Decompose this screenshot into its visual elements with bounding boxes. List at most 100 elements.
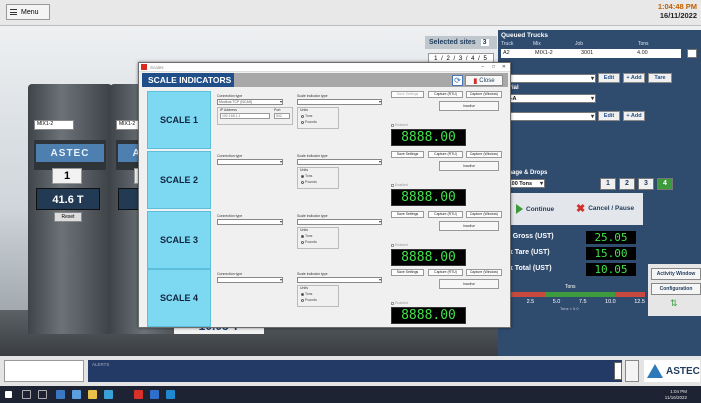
indicator-type-select[interactable] bbox=[297, 159, 382, 165]
silo-tons: 41.6 T bbox=[36, 188, 100, 210]
silo-number: 1 bbox=[52, 168, 82, 184]
save-settings-button[interactable]: Save Settings bbox=[391, 211, 424, 218]
add-button[interactable]: + Add bbox=[623, 73, 645, 83]
connection-type-select[interactable] bbox=[217, 219, 283, 225]
minimize-icon[interactable]: – bbox=[481, 63, 484, 72]
app-icon-5[interactable] bbox=[166, 390, 175, 399]
tons-gauge: Tons 0 2.5 5.0 7.5 10.0 12.5 Tons × 0.0 bbox=[505, 284, 645, 314]
app-icon-4[interactable] bbox=[150, 390, 159, 399]
port-field[interactable]: 502 bbox=[274, 113, 290, 119]
scale-label: SCALE 4 bbox=[147, 269, 211, 327]
connection-type-label: Connection type bbox=[217, 94, 243, 98]
folder-icon[interactable] bbox=[88, 390, 97, 399]
gross-label: le Gross (UST) bbox=[505, 233, 554, 240]
drop-3-button[interactable]: 3 bbox=[638, 178, 654, 190]
tons-radio[interactable]: Tons bbox=[301, 292, 312, 296]
connection-type-select[interactable]: Modbus TCP (NCAS) bbox=[217, 99, 283, 105]
close-button[interactable]: ▮ Close bbox=[465, 75, 503, 86]
scale-label: SCALE 2 bbox=[147, 151, 211, 209]
scales-app-icon[interactable] bbox=[134, 390, 143, 399]
tare-label: ck Tare (UST) bbox=[505, 249, 550, 256]
pounds-radio[interactable]: Pounds bbox=[301, 120, 317, 124]
capture-rtu-button[interactable]: Capture (RTU) bbox=[428, 91, 463, 98]
edit-button[interactable]: Edit bbox=[598, 73, 620, 83]
clock-date: 16/11/2022 bbox=[659, 11, 697, 20]
save-settings-button[interactable]: Save Settings bbox=[391, 269, 424, 276]
app-icon-1[interactable] bbox=[56, 390, 65, 399]
app-icon-2[interactable] bbox=[72, 390, 81, 399]
status-box: Inactive bbox=[439, 101, 499, 111]
windows-start-icon[interactable] bbox=[5, 391, 12, 398]
capture-window-button[interactable]: Capture (Window) bbox=[466, 211, 502, 218]
capture-rtu-button[interactable]: Capture (RTU) bbox=[428, 269, 463, 276]
indicator-type-select[interactable] bbox=[297, 219, 382, 225]
ip-address-field[interactable]: 192.168.1.1 bbox=[220, 113, 270, 119]
connection-type-select[interactable] bbox=[217, 159, 283, 165]
drop-2-button[interactable]: 2 bbox=[619, 178, 635, 190]
status-box: Inactive bbox=[439, 221, 499, 231]
enabled-checkbox[interactable]: Enabled bbox=[391, 243, 408, 247]
menu-label: Menu bbox=[21, 8, 39, 16]
cancel-pause-button[interactable]: ✖ Cancel / Pause bbox=[576, 201, 640, 215]
menu-button[interactable]: Menu bbox=[6, 4, 50, 20]
enabled-checkbox[interactable]: Enabled bbox=[391, 123, 408, 127]
refresh-button[interactable]: ⟳ bbox=[452, 75, 463, 86]
capture-window-button[interactable]: Capture (Window) bbox=[466, 151, 502, 158]
app-icon bbox=[141, 64, 147, 70]
signal-icon: ⇅ bbox=[670, 298, 678, 308]
drop-1-button[interactable]: 1 bbox=[600, 178, 616, 190]
save-settings-button[interactable]: Save Settings bbox=[391, 91, 424, 98]
pounds-radio[interactable]: Pounds bbox=[301, 298, 317, 302]
save-settings-button[interactable]: Save Settings bbox=[391, 151, 424, 158]
top-bar: Menu 1:04:48 PM 16/11/2022 bbox=[0, 0, 701, 26]
taskbar-clock[interactable]: 1:04 PM 11/16/2022 bbox=[665, 389, 687, 400]
alerts-scrollbar[interactable] bbox=[614, 362, 622, 380]
cancel-icon: ✖ bbox=[576, 202, 586, 215]
tare-button[interactable]: Tare bbox=[648, 73, 672, 83]
enabled-checkbox[interactable]: Enabled bbox=[391, 301, 408, 305]
taskbar: 1:04 PM 11/16/2022 bbox=[0, 386, 701, 403]
capture-rtu-button[interactable]: Capture (RTU) bbox=[428, 151, 463, 158]
enabled-checkbox[interactable]: Enabled bbox=[391, 183, 408, 187]
customer-combo[interactable]: 1 bbox=[501, 112, 596, 122]
tons-radio[interactable]: Tons bbox=[301, 174, 312, 178]
tons-radio[interactable]: Tons bbox=[301, 234, 312, 238]
col-job: Job bbox=[575, 41, 584, 47]
drop-4-button[interactable]: 4 bbox=[657, 178, 673, 190]
hamburger-icon bbox=[10, 9, 17, 15]
job-combo[interactable] bbox=[501, 74, 596, 84]
app-icon-3[interactable] bbox=[104, 390, 113, 399]
activity-window-button[interactable]: Activity Window bbox=[651, 268, 701, 280]
gauge-ticks: 0 2.5 5.0 7.5 10.0 12.5 bbox=[505, 299, 645, 305]
total-value: 10.05 bbox=[586, 263, 636, 276]
task-view-icon[interactable] bbox=[38, 390, 47, 399]
scale-label: SCALE 3 bbox=[147, 211, 211, 269]
continue-button[interactable]: Continue bbox=[516, 203, 566, 215]
total-label: ck Total (UST) bbox=[505, 265, 552, 272]
add-button-2[interactable]: + Add bbox=[623, 111, 645, 121]
tool-button[interactable] bbox=[625, 360, 639, 382]
edit-button-2[interactable]: Edit bbox=[598, 111, 620, 121]
indicator-type-select[interactable] bbox=[297, 277, 382, 283]
connection-type-select[interactable] bbox=[217, 277, 283, 283]
maximize-icon[interactable]: □ bbox=[492, 63, 495, 72]
scale-indicators-dialog: Scales – □ ✕ SCALE INDICATORS ⟳ ▮ Close … bbox=[138, 62, 511, 328]
gauge-sub: Tons × 0.0 bbox=[560, 306, 579, 311]
pounds-radio[interactable]: Pounds bbox=[301, 240, 317, 244]
search-icon[interactable] bbox=[22, 390, 31, 399]
queued-truck-row[interactable]: A2 MIX1-2 3001 4.00 bbox=[501, 49, 681, 58]
capture-window-button[interactable]: Capture (Window) bbox=[466, 269, 502, 276]
window-close-icon[interactable]: ✕ bbox=[502, 63, 506, 72]
indicator-type-label: Scale indicator type bbox=[297, 272, 328, 276]
configuration-button[interactable]: Configuration bbox=[651, 283, 701, 295]
indicator-type-select[interactable] bbox=[297, 99, 382, 105]
material-combo[interactable]: X2-A bbox=[501, 94, 596, 104]
queue-scroll-button[interactable] bbox=[687, 49, 697, 58]
silo-mix[interactable]: MIX1-2 bbox=[34, 120, 74, 130]
capture-window-button[interactable]: Capture (Window) bbox=[466, 91, 502, 98]
silo-reset-button[interactable]: Reset bbox=[54, 212, 82, 222]
pounds-radio[interactable]: Pounds bbox=[301, 180, 317, 184]
status-box: Inactive bbox=[439, 279, 499, 289]
tons-radio[interactable]: Tons bbox=[301, 114, 312, 118]
capture-rtu-button[interactable]: Capture (RTU) bbox=[428, 211, 463, 218]
